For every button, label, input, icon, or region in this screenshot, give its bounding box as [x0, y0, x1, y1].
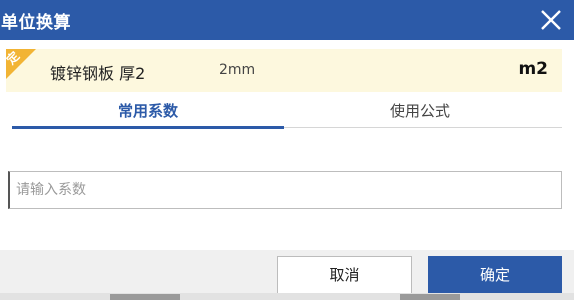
- tab-common-coefficient[interactable]: 常用系数: [12, 96, 284, 129]
- dialog-titlebar: 单位换算: [0, 0, 574, 40]
- background-window-mark: [400, 294, 460, 300]
- item-unit: m2: [518, 59, 548, 79]
- dialog-title: 单位换算: [1, 13, 71, 33]
- tab-bar: 常用系数 使用公式: [12, 96, 562, 129]
- confirm-button[interactable]: 确定: [428, 256, 562, 294]
- background-window-strip: [0, 293, 574, 300]
- close-button[interactable]: [534, 3, 568, 37]
- close-icon: [541, 10, 561, 30]
- tab-use-formula[interactable]: 使用公式: [284, 96, 556, 128]
- cancel-button[interactable]: 取消: [277, 256, 412, 294]
- quota-item-row: 定 镀锌钢板 厚2 2mm m2: [6, 49, 562, 92]
- quota-tag-badge: 定: [6, 49, 42, 85]
- coefficient-input[interactable]: [8, 171, 562, 209]
- background-window-mark: [110, 294, 180, 300]
- item-spec: 2mm: [219, 62, 256, 78]
- item-name: 镀锌钢板 厚2: [50, 64, 146, 83]
